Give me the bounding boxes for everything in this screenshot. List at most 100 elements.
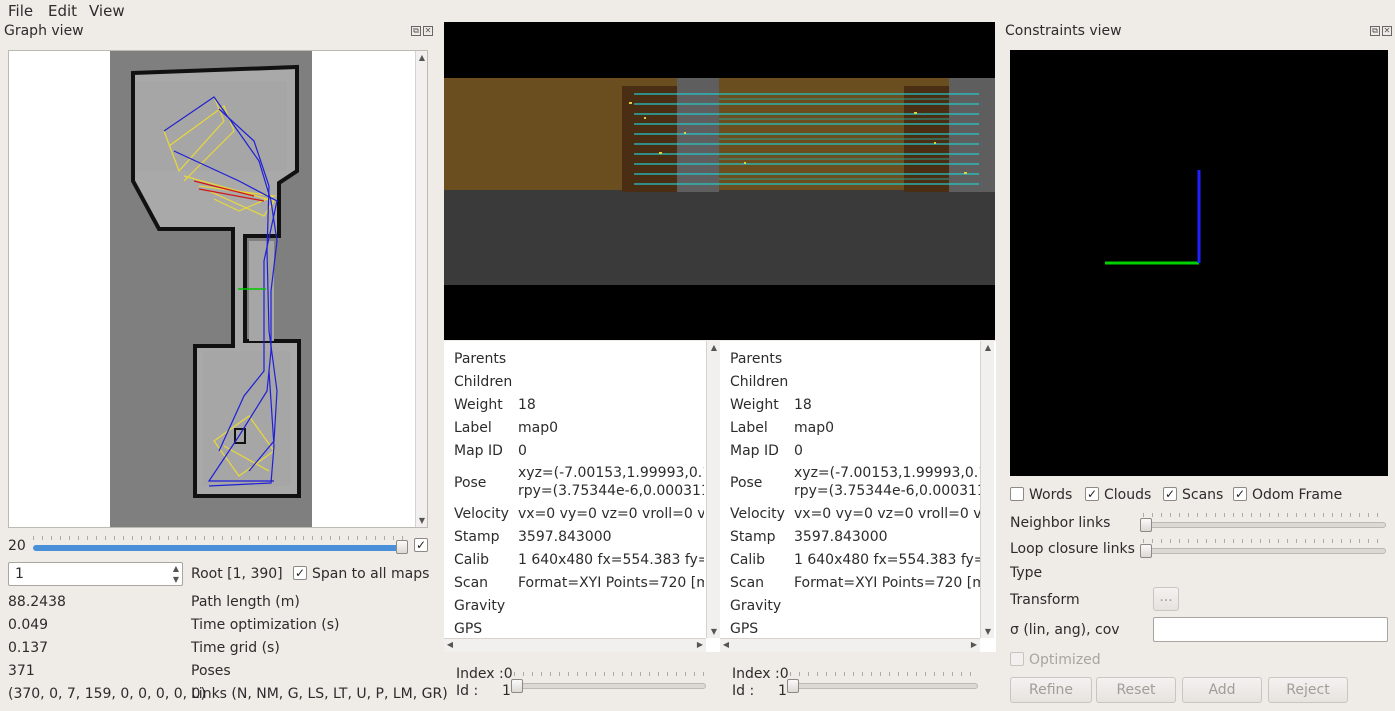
info-right-mapid-key: Map ID — [730, 443, 779, 459]
neighbor-links-label: Neighbor links — [1010, 515, 1111, 531]
neighbor-links-slider[interactable] — [1143, 522, 1386, 528]
loop-closure-links-label: Loop closure links — [1010, 541, 1135, 557]
info-left-pose-key: Pose — [454, 475, 487, 491]
neighbor-links-slider-handle[interactable] — [1140, 518, 1152, 532]
right-index-slider[interactable] — [790, 683, 978, 689]
info-right-pose-key: Pose — [730, 475, 763, 491]
close-icon[interactable]: ✕ — [423, 26, 433, 36]
info-right-velocity-value: vx=0 vy=0 vz=0 vroll=0 vpitc — [794, 506, 980, 522]
optimized-label: Optimized — [1029, 652, 1101, 668]
spin-arrows-icon[interactable]: ▲ ▼ — [173, 563, 179, 585]
left-id-value: 1 — [502, 683, 511, 699]
menu-edit[interactable]: Edit — [48, 2, 77, 20]
info-right-calib-key: Calib — [730, 552, 766, 568]
graph-view-dock-buttons: ⧉ ✕ — [411, 26, 433, 36]
poses-value: 371 — [8, 663, 35, 679]
info-left-vscroll[interactable]: ▲ ▼ — [706, 341, 720, 638]
time-optimization-value: 0.049 — [8, 617, 49, 633]
left-index-slider[interactable] — [514, 683, 706, 689]
info-right-scan-value: Format=XYI Points=720 [ma — [794, 575, 980, 591]
menu-bar: File Edit View — [0, 0, 1395, 22]
node-info-right: Parents Children Weight 18 Label map0 Ma… — [720, 341, 996, 652]
scans-checkbox[interactable]: ✓ — [1163, 487, 1177, 501]
info-left-gps-key: GPS — [454, 621, 483, 637]
graph-slider-value: 20 — [8, 538, 26, 554]
info-right-calib-value: 1 640x480 fx=554.383 fy=55 — [794, 552, 980, 568]
loop-closure-links-slider[interactable] — [1143, 548, 1386, 554]
graph-slider-ticks — [33, 536, 403, 540]
info-right-vscroll[interactable]: ▲ ▼ — [980, 341, 994, 638]
info-left-mapid-value: 0 — [518, 443, 527, 459]
links-label: Links (N, NM, G, LS, LT, U, P, LM, GR) — [191, 686, 448, 702]
odom-frame-checkbox[interactable]: ✓ — [1233, 487, 1247, 501]
node-spinbox-value: 1 — [15, 566, 24, 582]
graph-slider-handle[interactable] — [396, 540, 408, 554]
info-right-weight-key: Weight — [730, 397, 779, 413]
info-right-gps-key: GPS — [730, 621, 759, 637]
transform-details-button[interactable]: ... — [1153, 587, 1179, 611]
words-checkbox[interactable] — [1010, 487, 1024, 501]
close-icon[interactable]: ✕ — [1382, 26, 1392, 36]
reject-button[interactable]: Reject — [1268, 677, 1348, 703]
menu-file[interactable]: File — [8, 2, 33, 20]
span-all-maps-checkbox[interactable]: ✓ — [293, 566, 307, 580]
info-right-pose-rpy: rpy=(3.75344e-6,0.0003118 — [794, 483, 980, 499]
node-spinbox[interactable]: 1 ▲ ▼ — [8, 562, 183, 586]
optimized-checkbox[interactable] — [1010, 652, 1024, 666]
image-view — [444, 22, 995, 340]
graph-slider-checkbox[interactable]: ✓ — [414, 538, 428, 552]
graph-view-vscroll[interactable]: ▲ ▼ — [415, 51, 427, 527]
graph-slider-track[interactable] — [33, 545, 403, 551]
links-value: (370, 0, 7, 159, 0, 0, 0, 0, 0) — [8, 686, 206, 702]
menu-view[interactable]: View — [89, 2, 125, 20]
neighbor-links-ticks — [1143, 513, 1386, 517]
info-left-scan-key: Scan — [454, 575, 489, 591]
loop-closure-slider-handle[interactable] — [1140, 544, 1152, 558]
refine-button[interactable]: Refine — [1010, 677, 1092, 703]
time-optimization-label: Time optimization (s) — [191, 617, 340, 633]
type-label: Type — [1010, 565, 1043, 581]
sigma-input[interactable] — [1153, 617, 1388, 642]
info-right-children: Children — [730, 374, 789, 390]
info-left-calib-value: 1 640x480 fx=554.383 fy=55 — [518, 552, 704, 568]
right-id-label: Id : — [732, 683, 755, 699]
right-index-slider-ticks — [790, 672, 978, 676]
info-right-gravity-key: Gravity — [730, 598, 782, 614]
info-right-mapid-value: 0 — [794, 443, 803, 459]
info-left-hscroll[interactable]: ◀ ▶ — [444, 638, 706, 652]
right-index-slider-handle[interactable] — [787, 679, 799, 693]
left-index-slider-handle[interactable] — [511, 679, 523, 693]
left-index-label: Index :0 — [456, 666, 513, 682]
graph-view-title: Graph view — [4, 23, 84, 39]
info-left-parents: Parents — [454, 351, 507, 367]
info-right-hscroll[interactable]: ◀ ▶ — [720, 638, 980, 652]
right-index-label: Index :0 — [732, 666, 789, 682]
info-left-label-key: Label — [454, 420, 492, 436]
info-left-weight-value: 18 — [518, 397, 536, 413]
scan-overlay-image — [444, 78, 995, 285]
info-right-parents: Parents — [730, 351, 783, 367]
info-right-pose-xyz: xyz=(-7.00153,1.99993,0.1) — [794, 465, 980, 481]
float-icon[interactable]: ⧉ — [411, 26, 421, 36]
transform-label: Transform — [1010, 592, 1080, 608]
occupancy-map — [110, 51, 312, 527]
info-left-weight-key: Weight — [454, 397, 503, 413]
clouds-checkbox[interactable]: ✓ — [1085, 487, 1099, 501]
info-right-label-key: Label — [730, 420, 768, 436]
sigma-label: σ (lin, ang), cov — [1010, 622, 1120, 638]
float-icon[interactable]: ⧉ — [1370, 26, 1380, 36]
clouds-label: Clouds — [1104, 487, 1152, 503]
reset-button[interactable]: Reset — [1096, 677, 1176, 703]
graph-view-canvas[interactable]: ▲ ▼ — [8, 50, 428, 528]
poses-label: Poses — [191, 663, 231, 679]
path-length-value: 88.2438 — [8, 594, 66, 610]
info-left-velocity-key: Velocity — [454, 506, 509, 522]
info-right-scan-key: Scan — [730, 575, 765, 591]
scans-label: Scans — [1182, 487, 1224, 503]
info-right-stamp-key: Stamp — [730, 529, 776, 545]
add-button[interactable]: Add — [1182, 677, 1262, 703]
constraints-3d-view[interactable] — [1010, 50, 1388, 476]
span-all-maps-label: Span to all maps — [312, 566, 430, 582]
right-id-value: 1 — [778, 683, 787, 699]
info-left-label-value: map0 — [518, 420, 559, 436]
